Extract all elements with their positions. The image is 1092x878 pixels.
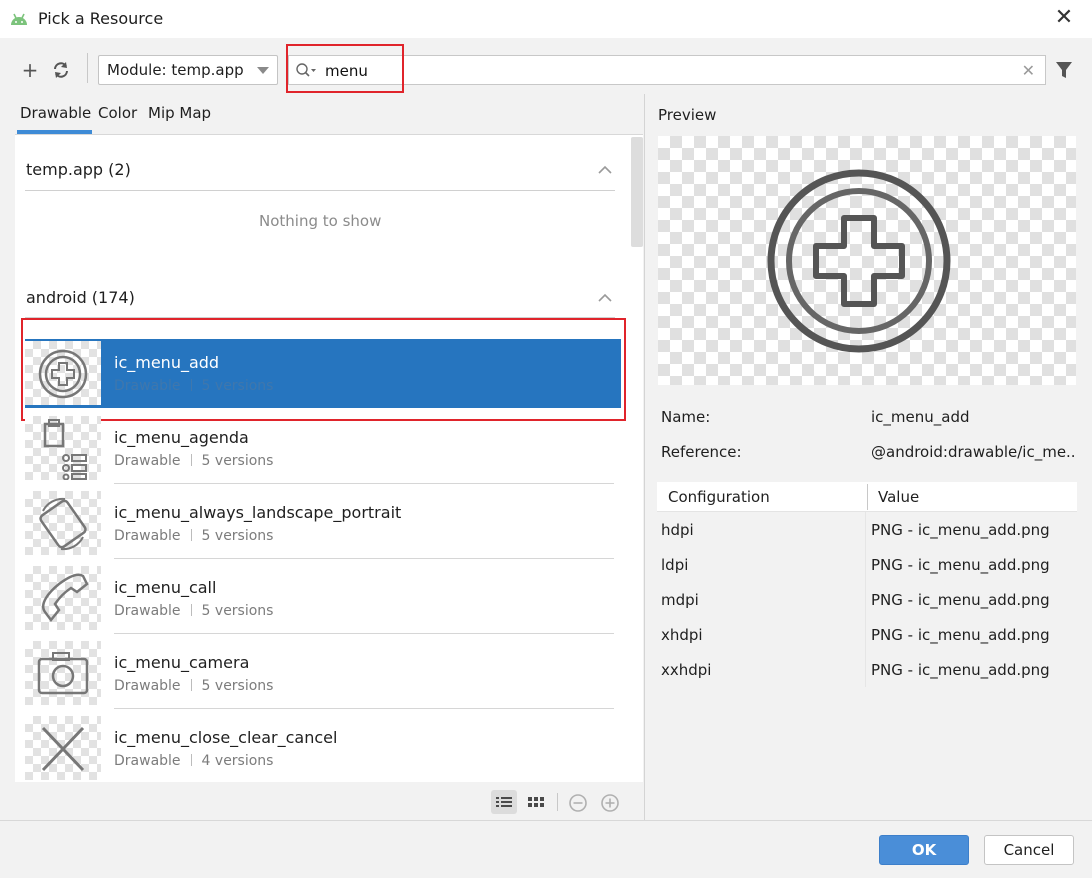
table-row-config: hdpi xyxy=(661,521,694,539)
circle-plus-icon xyxy=(767,169,951,353)
resource-type: Drawable xyxy=(114,603,181,619)
chevron-up-icon[interactable] xyxy=(597,165,613,175)
refresh-icon[interactable] xyxy=(51,60,71,80)
resource-type: Drawable xyxy=(114,528,181,544)
view-controls-separator xyxy=(557,793,558,811)
search-input[interactable] xyxy=(323,60,1003,82)
configuration-table: Configuration Value hdpi PNG - ic_menu_a… xyxy=(657,482,1077,687)
selected-item-highlight-box xyxy=(21,318,626,421)
resource-name: ic_menu_camera xyxy=(114,653,250,672)
footer-divider xyxy=(0,820,1092,821)
list-scrollbar[interactable] xyxy=(631,137,643,247)
chevron-down-icon xyxy=(257,67,269,74)
empty-state-text: Nothing to show xyxy=(259,212,382,230)
grid-view-button[interactable] xyxy=(523,790,549,814)
panel-divider xyxy=(644,94,645,820)
resource-name: ic_menu_call xyxy=(114,578,217,597)
resource-thumbnail xyxy=(25,716,101,780)
list-item-ic-menu-close-clear-cancel[interactable]: ic_menu_close_clear_cancel Drawable 4 ver… xyxy=(25,714,615,783)
list-item-ic-menu-always-landscape-portrait[interactable]: ic_menu_always_landscape_portrait Drawab… xyxy=(25,489,615,559)
table-row-config: xxhdpi xyxy=(661,661,712,679)
toolbar-separator xyxy=(87,53,88,83)
resource-meta: Drawable 5 versions xyxy=(114,528,273,544)
preview-title: Preview xyxy=(658,106,717,124)
module-dropdown-label: Module: temp.app xyxy=(107,61,244,79)
section-title-temp-app: temp.app (2) xyxy=(26,160,131,179)
list-view-button[interactable] xyxy=(491,790,517,814)
table-row-config: mdpi xyxy=(661,591,699,609)
clear-search-icon[interactable]: ✕ xyxy=(1022,61,1035,80)
reference-value: @android:drawable/ic_me... xyxy=(871,443,1076,461)
resource-type-tabs: Drawable Color Mip Map xyxy=(14,96,644,134)
agenda-icon xyxy=(43,419,87,481)
resource-versions: 4 versions xyxy=(201,753,274,769)
resource-versions: 5 versions xyxy=(201,678,274,694)
row-divider xyxy=(114,483,614,484)
name-value: ic_menu_add xyxy=(871,408,970,426)
name-label: Name: xyxy=(661,408,711,426)
resource-meta: Drawable 5 versions xyxy=(114,453,273,469)
tab-color[interactable]: Color xyxy=(98,104,137,122)
module-dropdown[interactable]: Module: temp.app xyxy=(98,55,278,85)
resource-meta: Drawable 5 versions xyxy=(114,678,273,694)
grid-view-icon xyxy=(528,797,544,807)
table-row-value: PNG - ic_menu_add.png xyxy=(871,626,1050,644)
chevron-up-icon[interactable] xyxy=(597,293,613,303)
resource-versions: 5 versions xyxy=(201,603,274,619)
window-title: Pick a Resource xyxy=(38,9,164,28)
add-icon[interactable]: + xyxy=(19,59,41,81)
column-header-configuration[interactable]: Configuration xyxy=(668,488,770,506)
list-item-ic-menu-agenda[interactable]: ic_menu_agenda Drawable 5 versions xyxy=(25,414,615,484)
row-divider xyxy=(114,708,614,709)
table-row-config: ldpi xyxy=(661,556,689,574)
preview-image xyxy=(658,136,1076,385)
resource-name: ic_menu_agenda xyxy=(114,428,249,447)
search-highlight-box xyxy=(286,44,404,93)
resource-thumbnail xyxy=(25,491,101,555)
camera-icon xyxy=(37,652,89,695)
row-divider xyxy=(114,633,614,634)
resource-thumbnail xyxy=(25,416,101,481)
section-title-android: android (174) xyxy=(26,288,135,307)
android-icon xyxy=(11,13,27,25)
close-icon[interactable]: ✕ xyxy=(1050,4,1078,32)
resource-thumbnail xyxy=(25,641,101,705)
resource-meta: Drawable 5 versions xyxy=(114,603,273,619)
resource-name: ic_menu_close_clear_cancel xyxy=(114,728,338,747)
resource-thumbnail xyxy=(25,566,101,630)
table-row-value: PNG - ic_menu_add.png xyxy=(871,591,1050,609)
resource-versions: 5 versions xyxy=(201,453,274,469)
filter-icon[interactable] xyxy=(1054,59,1074,81)
tab-drawable[interactable]: Drawable xyxy=(20,104,91,122)
list-item-ic-menu-call[interactable]: ic_menu_call Drawable 5 versions xyxy=(25,564,615,634)
resource-type: Drawable xyxy=(114,753,181,769)
table-row-value: PNG - ic_menu_add.png xyxy=(871,521,1050,539)
header-separator xyxy=(867,484,868,510)
table-row-value: PNG - ic_menu_add.png xyxy=(871,661,1050,679)
cancel-button[interactable]: Cancel xyxy=(984,835,1074,865)
column-header-value[interactable]: Value xyxy=(878,488,919,506)
rotate-device-icon xyxy=(39,497,87,551)
resource-versions: 5 versions xyxy=(201,528,274,544)
close-x-icon xyxy=(41,726,85,772)
row-divider xyxy=(114,558,614,559)
table-row-value: PNG - ic_menu_add.png xyxy=(871,556,1050,574)
reference-label: Reference: xyxy=(661,443,742,461)
resource-meta: Drawable 4 versions xyxy=(114,753,273,769)
column-divider xyxy=(865,482,866,687)
section-divider xyxy=(25,190,615,191)
zoom-in-icon[interactable] xyxy=(600,793,620,813)
title-bar xyxy=(0,0,1092,38)
tab-mip-map[interactable]: Mip Map xyxy=(148,104,211,122)
zoom-out-icon[interactable] xyxy=(568,793,588,813)
resource-name: ic_menu_always_landscape_portrait xyxy=(114,503,402,522)
list-view-icon xyxy=(496,797,512,807)
list-item-ic-menu-camera[interactable]: ic_menu_camera Drawable 5 versions xyxy=(25,639,615,709)
table-header: Configuration Value xyxy=(657,482,1077,512)
table-row-config: xhdpi xyxy=(661,626,703,644)
resource-type: Drawable xyxy=(114,453,181,469)
phone-icon xyxy=(42,573,89,623)
resource-type: Drawable xyxy=(114,678,181,694)
ok-button[interactable]: OK xyxy=(879,835,969,865)
